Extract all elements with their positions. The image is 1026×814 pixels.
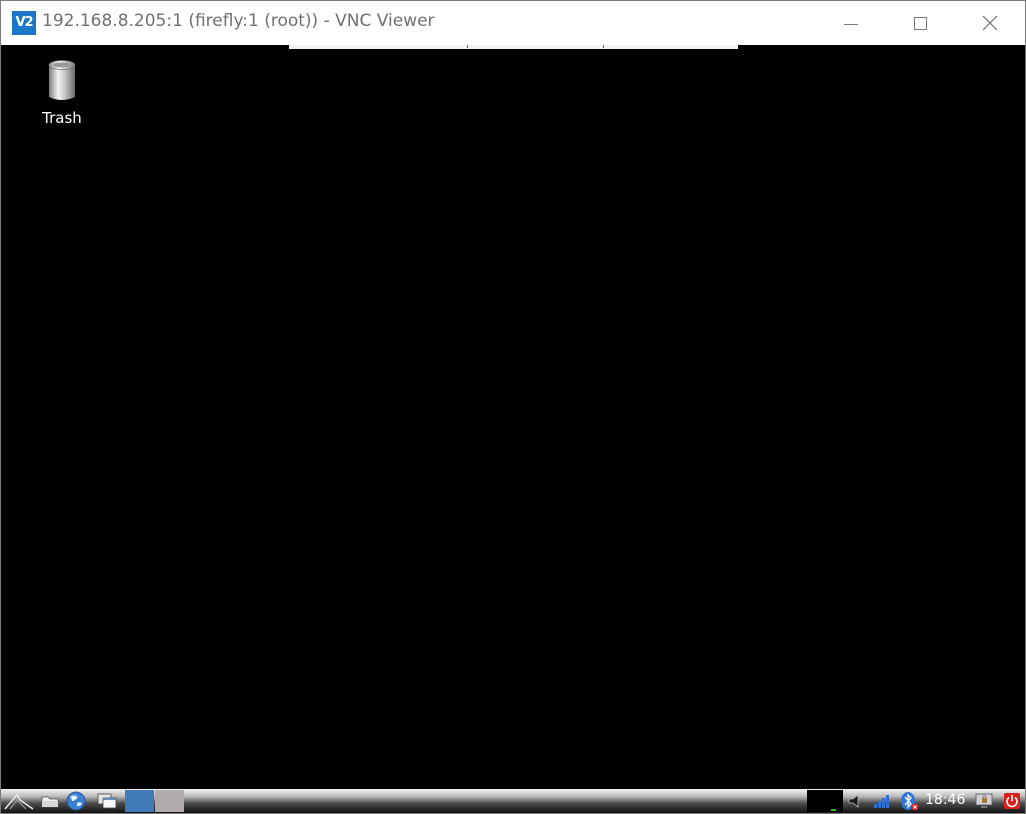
close-button[interactable] (967, 1, 1013, 45)
power-button[interactable] (1001, 791, 1023, 811)
maximize-button[interactable] (897, 1, 943, 45)
close-icon (982, 15, 998, 31)
minimize-button[interactable] (828, 1, 874, 45)
taskbar: 18:46 (1, 789, 1025, 813)
volume-button[interactable] (846, 791, 866, 811)
network-signal-icon (874, 795, 889, 808)
vnc-app-icon: V2 (12, 11, 36, 35)
bluetooth-button[interactable] (897, 791, 921, 811)
cpu-monitor (807, 790, 843, 812)
vnc-viewer-window: V2 192.168.8.205:1 (firefly:1 (root)) - … (0, 0, 1026, 814)
menu-icon (4, 793, 34, 810)
web-browser-button[interactable] (64, 791, 88, 811)
desktop-icon-label: Trash (42, 109, 82, 127)
maximize-icon (913, 16, 927, 30)
window-title: 192.168.8.205:1 (firefly:1 (root)) - VNC… (42, 11, 435, 31)
screen-lock-button[interactable] (973, 791, 995, 811)
screen-lock-icon (975, 793, 993, 808)
workspace-2[interactable] (155, 790, 184, 812)
title-bar[interactable]: V2 192.168.8.205:1 (firefly:1 (root)) - … (1, 1, 1025, 45)
desktop-icon-trash[interactable]: Trash (31, 59, 93, 127)
minimize-icon (844, 23, 858, 25)
remote-desktop[interactable]: Trash (1, 49, 1025, 789)
power-icon (1004, 793, 1020, 809)
file-manager-icon (41, 796, 59, 808)
web-browser-icon (66, 791, 86, 811)
workspace-1[interactable] (125, 790, 154, 812)
taskbar-clock[interactable]: 18:46 (925, 792, 965, 808)
menu-button[interactable] (3, 791, 35, 811)
window-switcher-icon (97, 793, 117, 809)
volume-icon (848, 794, 859, 808)
trash-icon (48, 60, 76, 100)
file-manager-button[interactable] (38, 791, 62, 811)
network-button[interactable] (871, 791, 893, 811)
window-switcher-button[interactable] (94, 791, 120, 811)
bluetooth-icon (901, 792, 919, 811)
